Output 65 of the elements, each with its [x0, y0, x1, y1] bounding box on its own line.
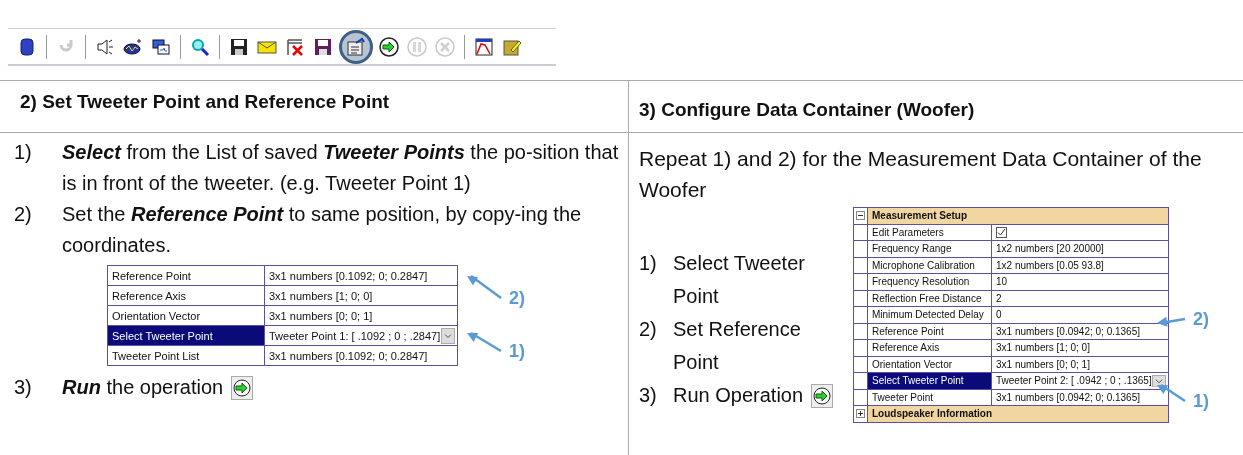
- property-value: 3x1 numbers [0.1092; 0; 0.2847]: [269, 349, 428, 362]
- property-name[interactable]: Select Tweeter Point: [868, 373, 992, 390]
- callout-label: 1): [1193, 391, 1209, 412]
- property-value: 10: [996, 276, 1008, 288]
- step-number: 2): [14, 202, 33, 227]
- callout-label: 1): [509, 340, 525, 361]
- dropdown-value[interactable]: Tweeter Point 2: [ .0942 ; 0 ; .1365]: [996, 375, 1152, 387]
- property-name[interactable]: Frequency Range: [868, 241, 992, 258]
- property-name[interactable]: Orientation Vector: [108, 306, 265, 326]
- paragraph: Repeat 1) and 2) for the Measurement Data Container of the Woofer: [639, 146, 1203, 203]
- property-value: 3x1 numbers [1; 0; 0]: [996, 342, 1090, 354]
- pause-icon: [407, 36, 427, 57]
- step-number: 1): [639, 251, 658, 276]
- property-value: 3x1 numbers [1; 0; 0]: [269, 289, 373, 302]
- dropdown-caret-icon[interactable]: [1152, 374, 1166, 387]
- speaker-icon: [95, 36, 115, 57]
- property-name[interactable]: Reference Axis: [868, 340, 992, 357]
- step-number: 1): [14, 140, 33, 165]
- step-text: Run the operation: [62, 375, 224, 400]
- column-heading: 2) Set Tweeter Point and Reference Point: [0, 81, 628, 133]
- property-name[interactable]: Reference Axis: [108, 286, 265, 306]
- checkbox[interactable]: [996, 226, 1007, 238]
- property-value: 3x1 numbers [0; 0; 1]: [996, 358, 1090, 370]
- signal-icon: [123, 36, 143, 57]
- delete-list-icon: [285, 36, 305, 57]
- run-icon: [231, 375, 254, 400]
- dropdown-caret-icon[interactable]: [441, 327, 455, 344]
- callout-label: 2): [509, 287, 525, 308]
- step-number: 3): [639, 383, 658, 408]
- property-name[interactable]: Select Tweeter Point: [108, 326, 265, 346]
- property-value: 1x2 numbers [0.05 93.8]: [996, 259, 1104, 271]
- step-text: Set the Reference Point to same position, by copy-ing the coordinates.: [62, 202, 583, 258]
- property-value: 3x1 numbers [0; 0; 1]: [269, 309, 373, 322]
- expand-icon[interactable]: [856, 409, 865, 419]
- column-heading: 3) Configure Data Container (Woofer): [628, 81, 1243, 133]
- step-text: Select from the List of saved Tweeter Points the po-sition that is in front of the tweeter. (e.g. Tweeter Point 1): [62, 140, 620, 196]
- dropdown-value[interactable]: Tweeter Point 1: [ .1092 ; 0 ; .2847]: [269, 329, 441, 342]
- property-value: 1x2 numbers [20 20000]: [996, 243, 1104, 255]
- property-value: 2: [996, 292, 1002, 304]
- property-name[interactable]: Minimum Detected Delay: [868, 307, 992, 324]
- run-icon: [379, 36, 399, 57]
- step-text: Set Reference Point: [673, 317, 802, 375]
- property-name[interactable]: Reference Point: [108, 266, 265, 286]
- property-name[interactable]: Frequency Resolution: [868, 274, 992, 291]
- toolbar-button[interactable]: [339, 29, 373, 64]
- properties-icon: [346, 36, 366, 57]
- stop-icon: [435, 36, 455, 57]
- callout-label: 2): [1193, 309, 1209, 330]
- run-icon: [811, 383, 834, 408]
- property-value: 3x1 numbers [0.0942; 0; 0.1365]: [996, 391, 1140, 403]
- collapse-icon[interactable]: [856, 211, 865, 221]
- property-value: 0: [996, 309, 1002, 321]
- property-name[interactable]: Tweeter Point List: [108, 346, 265, 366]
- property-value: 3x1 numbers [0.0942; 0; 0.1365]: [996, 325, 1140, 337]
- step-number: 3): [14, 375, 33, 400]
- property-value: 3x1 numbers [0.1092; 0; 0.2847]: [269, 269, 428, 282]
- section-header: Measurement Setup: [868, 208, 1168, 225]
- section-header: Loudspeaker Information: [868, 406, 1168, 423]
- toolbar-button[interactable]: [377, 34, 401, 59]
- search-icon: [190, 36, 210, 57]
- step-text: Run Operation: [673, 383, 804, 408]
- step-text: Select Tweeter Point: [673, 251, 806, 309]
- chart-icon: [474, 36, 494, 57]
- step-number: 2): [639, 317, 658, 342]
- monitors-icon: [151, 36, 171, 57]
